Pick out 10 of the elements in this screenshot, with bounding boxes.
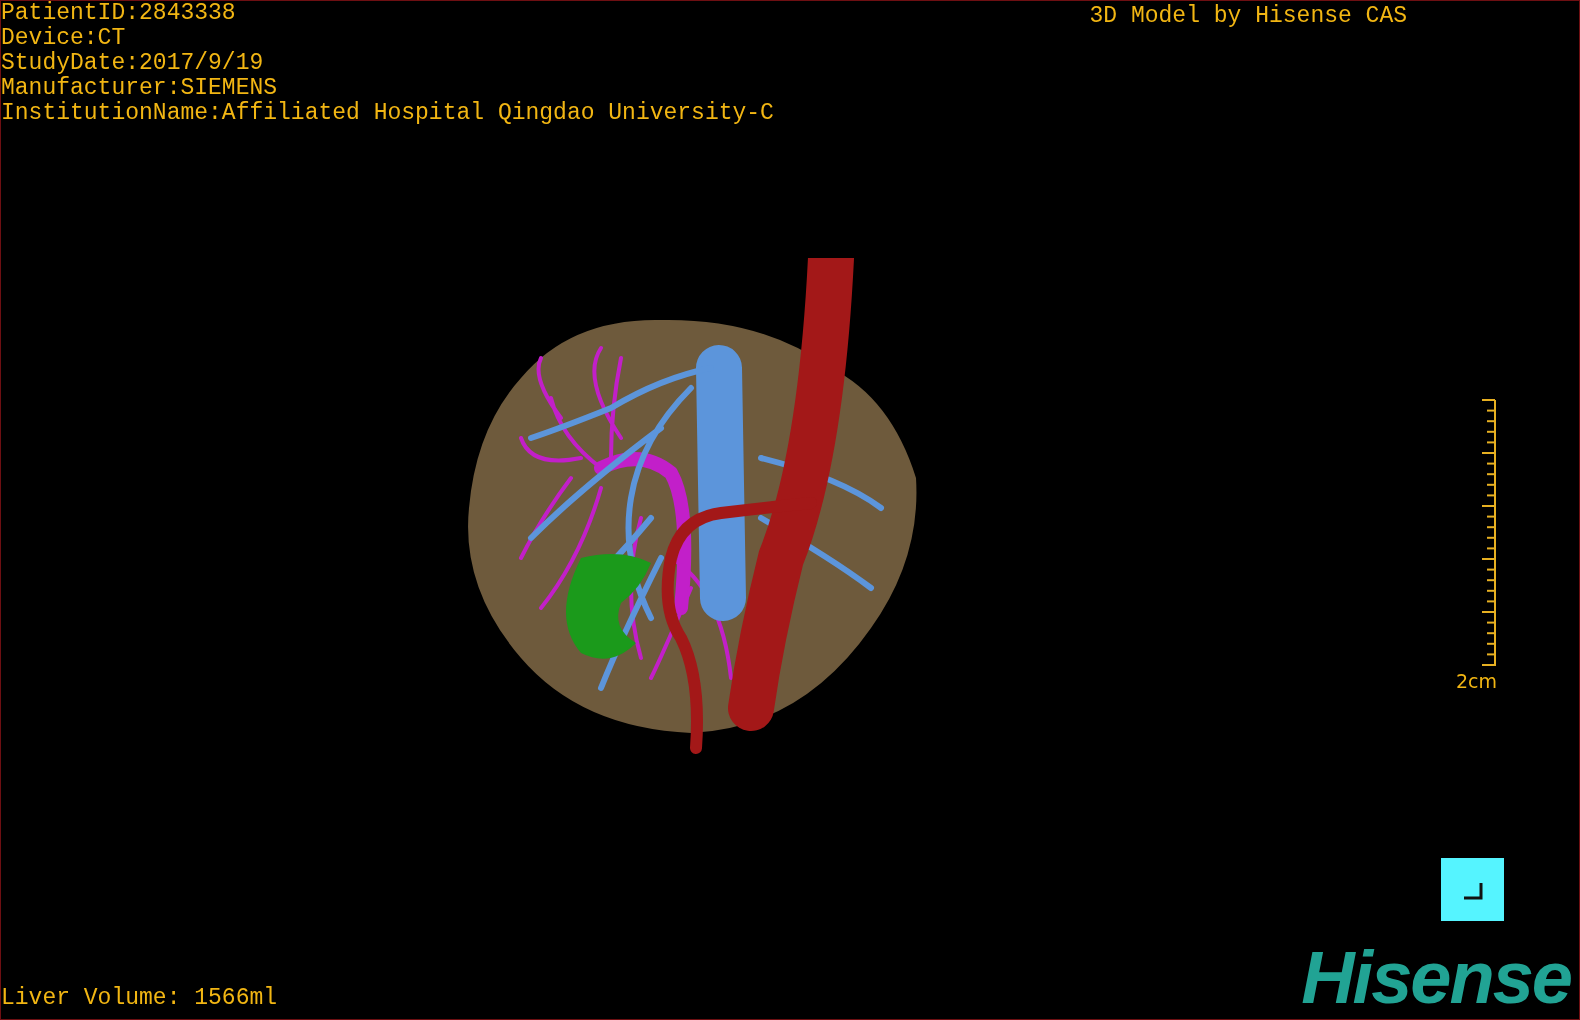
brand-logo: Hisense	[1301, 945, 1571, 1011]
viewer-title: 3D Model by Hisense CAS	[1089, 4, 1407, 29]
liver-volume-text: Liver Volume: 1566ml	[1, 986, 278, 1011]
patient-info-text: StudyDate:2017/9/19	[1, 51, 265, 76]
patient-info-text: InstitutionName:Affiliated Hospital Qingdao University-C	[1, 101, 774, 126]
patient-info-text: PatientID:2843338	[1, 1, 237, 26]
scale-label: 2cm	[1455, 670, 1497, 692]
patient-info-text: Manufacturer:SIEMENS	[1, 76, 279, 101]
corner-button[interactable]	[1441, 858, 1504, 921]
patient-info-text: Device:CT	[1, 26, 127, 51]
